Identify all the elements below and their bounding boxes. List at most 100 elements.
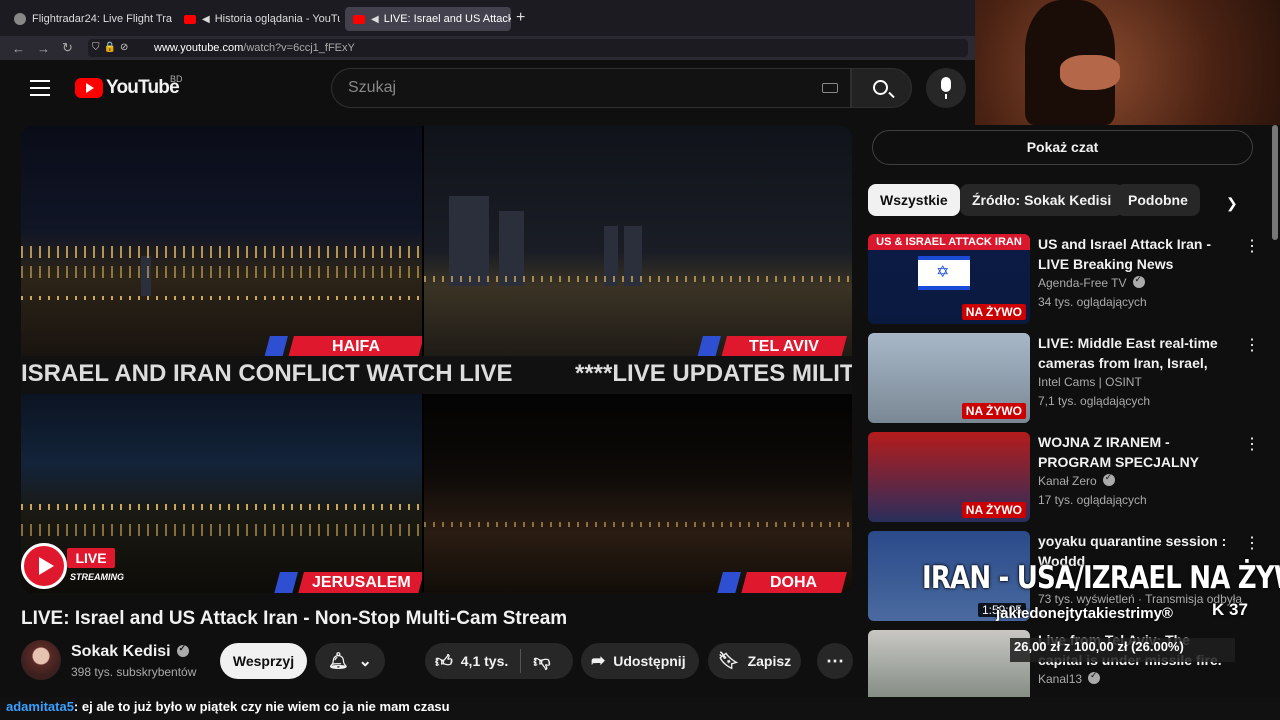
recommendation-item[interactable]: US & ISRAEL ATTACK IRAN NA ŻYWO US and I… bbox=[868, 234, 1263, 324]
rec-title[interactable]: WOJNA Z IRANEM - PROGRAM SPECJALNY bbox=[1038, 432, 1238, 472]
keyboard-icon[interactable] bbox=[822, 83, 838, 93]
address-bar[interactable]: ⛉🔒⊘ www.youtube.com/watch?v=6ccj1_fFExY bbox=[88, 39, 968, 57]
recommendation-item[interactable]: NA ŻYWO WOJNA Z IRANEM - PROGRAM SPECJAL… bbox=[868, 432, 1263, 522]
more-vert-icon[interactable]: ⋮ bbox=[1244, 434, 1260, 454]
address-toolbar: ← → ↻ ⛉🔒⊘ www.youtube.com/watch?v=6ccj1_… bbox=[0, 36, 975, 60]
channel-name[interactable]: Sokak Kedisi bbox=[71, 643, 189, 661]
reload-icon[interactable]: ↻ bbox=[62, 40, 73, 56]
share-button[interactable]: ➦ Udostępnij bbox=[581, 643, 699, 679]
video-thumbnail[interactable]: NA ŻYWO bbox=[868, 333, 1030, 423]
tab-live-video[interactable]: ◀ LIVE: Israel and US Attack Ir ✕ bbox=[345, 7, 511, 31]
channel-name-text[interactable]: Sokak Kedisi bbox=[71, 643, 171, 660]
voice-search-button[interactable] bbox=[926, 68, 966, 108]
rec-title[interactable]: US and Israel Attack Iran - LIVE Breakin… bbox=[1038, 234, 1238, 274]
youtube-icon bbox=[353, 14, 365, 24]
cam-label-text: DOHA bbox=[770, 574, 818, 591]
live-badge: NA ŻYWO bbox=[961, 502, 1026, 518]
video-thumbnail[interactable]: NA ŻYWO bbox=[868, 432, 1030, 522]
chevron-down-icon: ⌄ bbox=[358, 653, 372, 670]
israel-flag-icon bbox=[918, 256, 970, 290]
notification-bell-button[interactable]: 🔔︎ ⌄ bbox=[315, 643, 385, 679]
rec-title[interactable]: LIVE: Middle East real-time cameras from… bbox=[1038, 333, 1238, 373]
channel-avatar[interactable] bbox=[21, 640, 61, 680]
support-label: Wesprzyj bbox=[232, 653, 295, 669]
video-title: LIVE: Israel and US Attack Iran - Non-St… bbox=[21, 608, 568, 629]
youtube-header: YouTube BD Szukaj bbox=[6, 60, 975, 116]
rec-channel[interactable]: Kanal13 bbox=[1038, 670, 1101, 686]
verified-icon bbox=[1088, 670, 1101, 684]
more-vert-icon[interactable]: ⋮ bbox=[1244, 236, 1260, 256]
back-icon[interactable]: ← bbox=[12, 41, 25, 56]
tab-label: Historia oglądania - YouTub bbox=[214, 13, 340, 25]
cam-label-tel-aviv: TEL AVIV bbox=[721, 336, 847, 356]
cam-label-text: HAIFA bbox=[332, 338, 380, 355]
news-ticker: ISRAEL AND IRAN CONFLICT WATCH LIVE ****… bbox=[21, 356, 852, 394]
tab-flightradar[interactable]: Flightradar24: Live Flight Tracke ✕ bbox=[6, 7, 172, 31]
youtube-logo[interactable]: YouTube bbox=[75, 77, 180, 99]
cam-label-doha: DOHA bbox=[741, 572, 847, 593]
more-vert-icon[interactable]: ⋮ bbox=[1244, 533, 1260, 553]
cam-label-text: TEL AVIV bbox=[749, 338, 819, 355]
live-badge: NA ŻYWO bbox=[961, 403, 1026, 419]
streamer-webcam bbox=[975, 0, 1280, 125]
rec-channel[interactable]: Intel Cams | OSINT bbox=[1038, 375, 1142, 389]
muted-speaker-icon[interactable]: ◀ bbox=[202, 14, 210, 25]
tab-history[interactable]: ◀ Historia oglądania - YouTub ✕ bbox=[176, 7, 340, 31]
verified-icon bbox=[1102, 472, 1115, 486]
menu-icon[interactable] bbox=[30, 80, 50, 96]
more-icon: ⋯ bbox=[826, 650, 844, 671]
scrollbar[interactable] bbox=[1272, 125, 1278, 240]
like-divider bbox=[520, 649, 522, 673]
like-icon[interactable]: 👍︎ bbox=[435, 651, 453, 672]
search-button[interactable] bbox=[851, 68, 912, 108]
cam-feed-doha: DOHA bbox=[424, 394, 852, 593]
search-icon bbox=[873, 80, 888, 95]
city-lights bbox=[21, 504, 422, 510]
chat-message-text: : ej ale to już było w piątek czy nie wi… bbox=[73, 699, 450, 714]
chip-all[interactable]: Wszystkie bbox=[868, 184, 960, 216]
rec-channel[interactable]: Kanał Zero bbox=[1038, 472, 1115, 488]
search-placeholder: Szukaj bbox=[348, 79, 397, 96]
like-dislike-group: 👍︎ 4,1 tys. 👎︎ bbox=[425, 643, 573, 679]
city-lights bbox=[424, 276, 852, 282]
share-label: Udostępnij bbox=[613, 653, 686, 669]
donation-goal: 26,00 zł z 100,00 zł (26.00%) bbox=[1010, 638, 1235, 662]
kick-viewer-count: K 37 bbox=[1212, 600, 1248, 620]
video-player[interactable]: HAIFA TEL AVIV ISRAEL AND IRAN CONFLICT … bbox=[21, 126, 852, 593]
ticker-text-left: ISRAEL AND IRAN CONFLICT WATCH LIVE bbox=[21, 360, 513, 387]
more-actions-button[interactable]: ⋯ bbox=[817, 643, 853, 679]
save-button[interactable]: 🔖︎ Zapisz bbox=[708, 643, 801, 679]
chip-related[interactable]: Podobne bbox=[1116, 184, 1200, 216]
tower bbox=[449, 196, 489, 286]
cam-feed-haifa: HAIFA bbox=[21, 126, 422, 356]
rec-channel[interactable]: Agenda-Free TV bbox=[1038, 274, 1145, 290]
forward-icon[interactable]: → bbox=[37, 41, 50, 56]
rec-channel-text[interactable]: Kanał Zero bbox=[1038, 474, 1097, 488]
city-lights bbox=[424, 522, 852, 527]
rec-channel-text[interactable]: Kanal13 bbox=[1038, 672, 1082, 686]
thumb-banner: US & ISRAEL ATTACK IRAN bbox=[868, 234, 1030, 250]
share-icon: ➦ bbox=[591, 651, 606, 670]
tower bbox=[499, 211, 524, 286]
cam-label-text: JERUSALEM bbox=[311, 574, 411, 591]
video-thumbnail[interactable]: US & ISRAEL ATTACK IRAN NA ŻYWO bbox=[868, 234, 1030, 324]
dislike-icon[interactable]: 👎︎ bbox=[533, 651, 550, 672]
city-lights bbox=[21, 246, 422, 258]
more-vert-icon[interactable]: ⋮ bbox=[1244, 335, 1260, 355]
security-icons[interactable]: ⛉🔒⊘ bbox=[92, 39, 132, 57]
chip-source[interactable]: Źródło: Sokak Kedisi bbox=[960, 184, 1124, 216]
speaker-icon[interactable]: ◀ bbox=[371, 14, 379, 25]
new-tab-button[interactable]: + bbox=[516, 9, 525, 27]
like-count[interactable]: 4,1 tys. bbox=[461, 653, 508, 669]
recommendation-item[interactable]: NA ŻYWO LIVE: Middle East real-time came… bbox=[868, 333, 1263, 423]
tab-label: Flightradar24: Live Flight Tracke bbox=[32, 13, 172, 25]
support-button[interactable]: Wesprzyj bbox=[220, 643, 307, 679]
show-chat-button[interactable]: Pokaż czat bbox=[872, 130, 1253, 165]
rec-views: 34 tys. oglądających bbox=[1038, 295, 1147, 309]
search-input[interactable]: Szukaj bbox=[331, 68, 851, 108]
chevron-right-icon[interactable]: ❯ bbox=[1226, 195, 1238, 212]
chat-username: adamitata5 bbox=[6, 699, 74, 714]
play-icon bbox=[21, 543, 67, 589]
rec-channel-text[interactable]: Agenda-Free TV bbox=[1038, 276, 1127, 290]
city-lights bbox=[21, 296, 422, 300]
